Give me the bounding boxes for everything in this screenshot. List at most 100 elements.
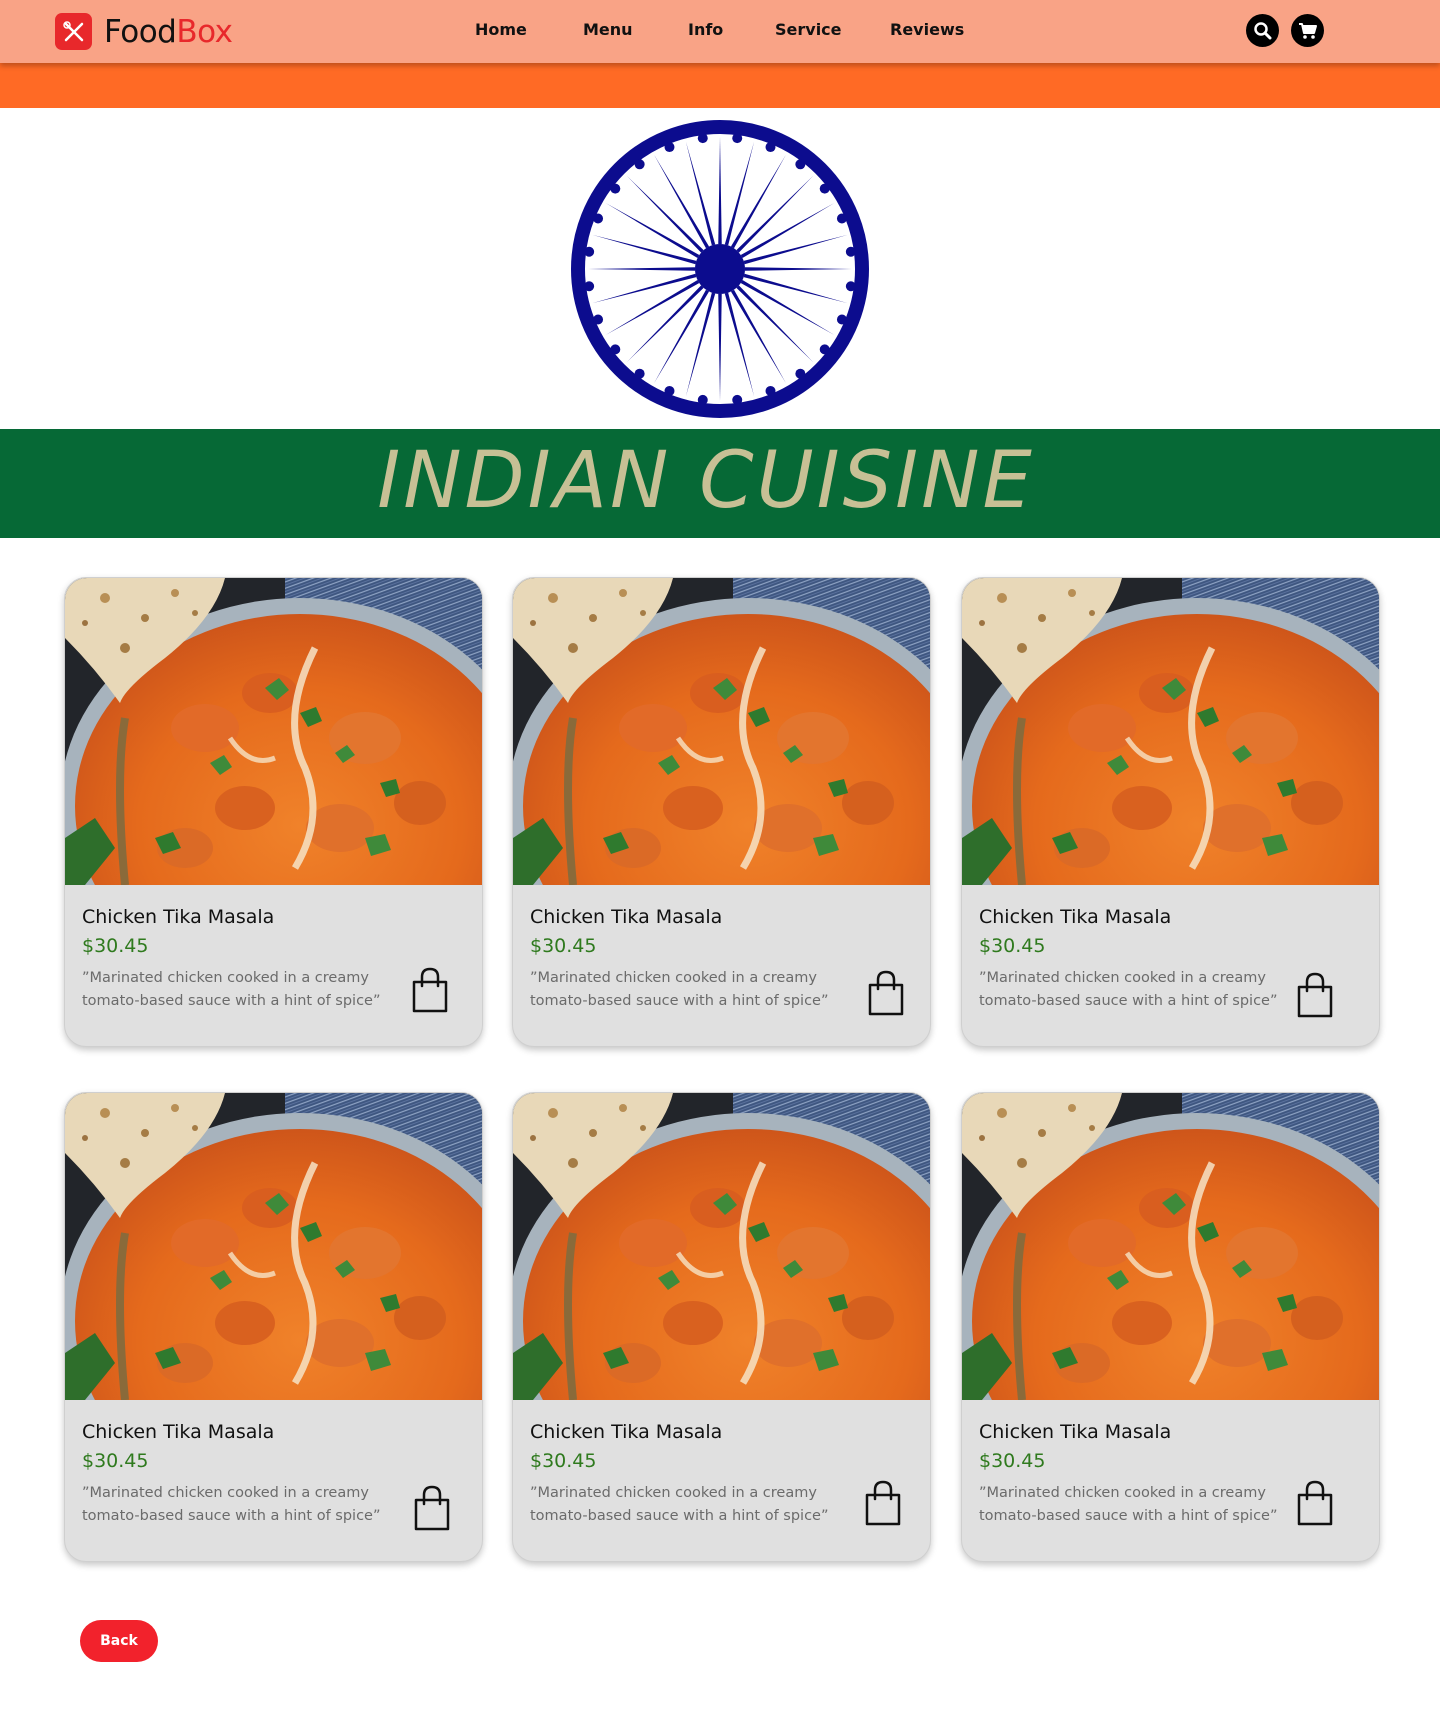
dish-image: [65, 578, 483, 885]
dish-image: [513, 578, 931, 885]
header-navbar: FoodBox Home Menu Info Service Reviews: [0, 0, 1440, 63]
dish-price: $30.45: [82, 1450, 149, 1472]
chakra-notch: [836, 213, 847, 224]
dish-price: $30.45: [530, 935, 597, 957]
nav-menu[interactable]: Menu: [583, 20, 633, 39]
shopping-bag-icon[interactable]: [412, 1485, 452, 1531]
dish-image: [962, 578, 1380, 885]
chakra-spoke: [740, 203, 835, 259]
menu-card[interactable]: Chicken Tika Masala $30.45 ”Marinated ch…: [961, 577, 1380, 1047]
dish-name: Chicken Tika Masala: [530, 906, 723, 928]
dish-description: ”Marinated chicken cooked in a creamy to…: [530, 1485, 829, 1524]
dish-name: Chicken Tika Masala: [82, 1421, 275, 1443]
chakra-notch: [765, 385, 776, 396]
shopping-bag-icon[interactable]: [863, 1480, 903, 1526]
shopping-bag-icon[interactable]: [1295, 972, 1335, 1018]
dish-image: [65, 1093, 483, 1400]
nav-info[interactable]: Info: [688, 20, 723, 39]
chakra-notch: [697, 394, 708, 405]
chakra-notch: [610, 183, 621, 194]
brand-logo[interactable]: FoodBox: [55, 13, 233, 50]
saffron-band: [0, 63, 1440, 108]
chakra-spoke: [743, 273, 848, 304]
chakra-notch: [697, 133, 708, 144]
nav-service[interactable]: Service: [775, 20, 842, 39]
chakra-spoke: [685, 141, 716, 246]
dish-name: Chicken Tika Masala: [530, 1421, 723, 1443]
chakra-spoke: [724, 292, 755, 397]
chakra-notch: [795, 368, 806, 379]
chakra-spoke: [626, 285, 704, 363]
menu-card[interactable]: Chicken Tika Masala $30.45 ”Marinated ch…: [512, 1092, 931, 1562]
chakra-spoke: [592, 234, 697, 265]
chakra-notch: [664, 385, 675, 396]
search-icon[interactable]: [1246, 14, 1279, 47]
shopping-bag-icon[interactable]: [866, 970, 906, 1016]
menu-card[interactable]: Chicken Tika Masala $30.45 ”Marinated ch…: [961, 1092, 1380, 1562]
chakra-notch: [634, 368, 645, 379]
cuisine-title: INDIAN CUISINE: [377, 436, 1035, 526]
shopping-bag-icon[interactable]: [1295, 1480, 1335, 1526]
dish-description: ”Marinated chicken cooked in a creamy to…: [979, 1485, 1278, 1524]
dish-description: ”Marinated chicken cooked in a creamy to…: [82, 1485, 381, 1524]
dish-description: ”Marinated chicken cooked in a creamy to…: [979, 970, 1278, 1009]
menu-card[interactable]: Chicken Tika Masala $30.45 ”Marinated ch…: [64, 577, 483, 1047]
chakra-notch: [664, 142, 675, 153]
chakra-spoke: [685, 292, 716, 397]
chakra-notch: [845, 246, 856, 257]
chakra-spoke: [736, 175, 814, 253]
chakra-notch: [732, 394, 743, 405]
dish-price: $30.45: [82, 935, 149, 957]
chakra-spoke: [730, 154, 786, 249]
chakra-notch: [819, 183, 830, 194]
dish-price: $30.45: [979, 935, 1046, 957]
dish-name: Chicken Tika Masala: [979, 906, 1172, 928]
ashoka-chakra-icon: [570, 119, 870, 419]
chakra-spoke: [605, 279, 700, 335]
chakra-notch: [845, 281, 856, 292]
brand-name: FoodBox: [104, 13, 233, 50]
chakra-notch: [634, 159, 645, 170]
chakra-notch: [765, 142, 776, 153]
chakra-notch: [584, 246, 595, 257]
chakra-spoke: [654, 289, 710, 384]
chakra-spoke: [605, 203, 700, 259]
chakra-spoke: [588, 267, 696, 271]
chakra-notch: [795, 159, 806, 170]
chakra-notch: [584, 281, 595, 292]
chakra-spoke: [743, 234, 848, 265]
chakra-spoke: [718, 293, 722, 401]
nav-home[interactable]: Home: [475, 20, 527, 39]
dish-image: [962, 1093, 1380, 1400]
brand-name-box: Box: [176, 13, 233, 50]
menu-card[interactable]: Chicken Tika Masala $30.45 ”Marinated ch…: [512, 577, 931, 1047]
fork-knife-icon: [55, 13, 92, 50]
chakra-spoke: [740, 279, 835, 335]
chakra-notch: [610, 344, 621, 355]
dish-price: $30.45: [530, 1450, 597, 1472]
chakra-notch: [593, 213, 604, 224]
chakra-notch: [819, 344, 830, 355]
chakra-spoke: [744, 267, 852, 271]
chakra-spoke: [736, 285, 814, 363]
chakra-spoke: [592, 273, 697, 304]
dish-image: [513, 1093, 931, 1400]
back-button[interactable]: Back: [80, 1620, 158, 1662]
shopping-bag-icon[interactable]: [410, 967, 450, 1013]
chakra-notch: [732, 133, 743, 144]
brand-name-food: Food: [104, 13, 177, 50]
dish-price: $30.45: [979, 1450, 1046, 1472]
menu-card[interactable]: Chicken Tika Masala $30.45 ”Marinated ch…: [64, 1092, 483, 1562]
dish-description: ”Marinated chicken cooked in a creamy to…: [530, 970, 829, 1009]
dish-name: Chicken Tika Masala: [979, 1421, 1172, 1443]
chakra-spoke: [724, 141, 755, 246]
chakra-spoke: [718, 137, 722, 245]
chakra-spoke: [730, 289, 786, 384]
cuisine-banner: INDIAN CUISINE: [0, 429, 1440, 538]
dish-name: Chicken Tika Masala: [82, 906, 275, 928]
dish-description: ”Marinated chicken cooked in a creamy to…: [82, 970, 381, 1009]
chakra-notch: [836, 314, 847, 325]
chakra-spoke: [654, 154, 710, 249]
cart-icon[interactable]: [1291, 14, 1324, 47]
nav-reviews[interactable]: Reviews: [890, 20, 964, 39]
